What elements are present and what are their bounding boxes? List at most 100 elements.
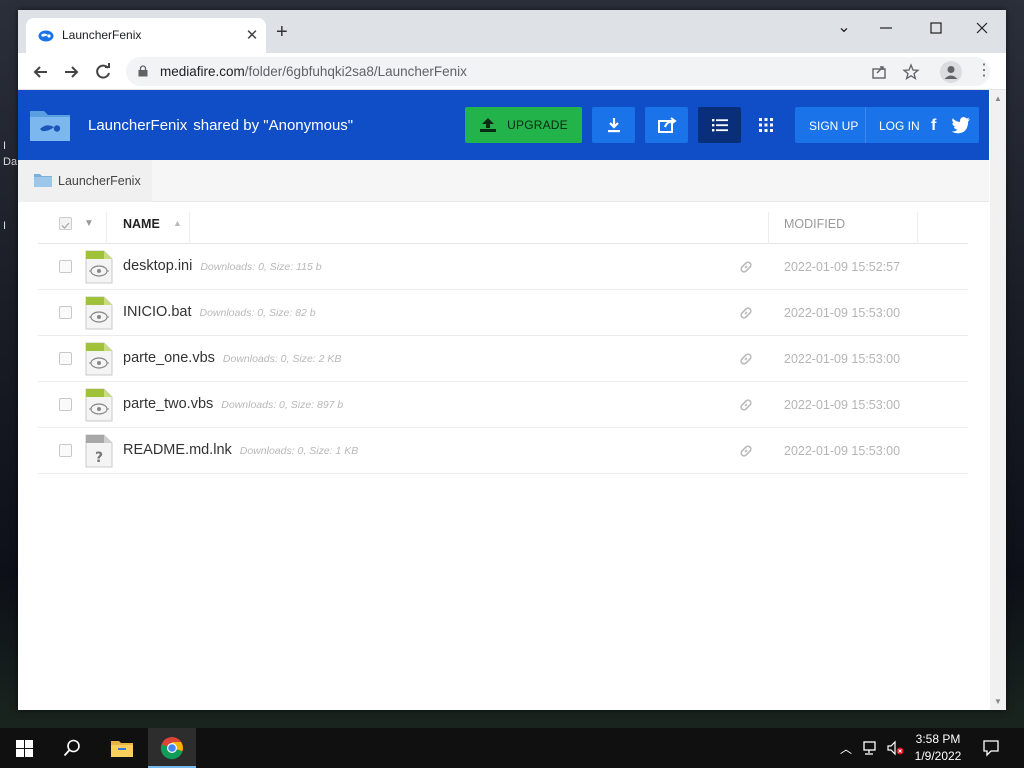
file-name[interactable]: parte_two.vbs [123,396,213,412]
share-button[interactable] [645,107,688,143]
sort-ascending-icon[interactable]: ▲ [173,218,182,228]
table-row[interactable]: desktop.ini Downloads: 0, Size: 115 b 2022… [38,244,968,290]
name-column-header[interactable]: NAME [123,217,160,231]
breadcrumb-item[interactable]: LauncherFenix [18,160,152,202]
clock-time[interactable]: 3:58 PM [908,732,968,746]
select-all-checkbox[interactable] [59,217,72,230]
tray-overflow-chevron-icon[interactable]: ︿ [840,740,852,757]
browser-window: LauncherFenix ✕ + ⌄ mediafire.com/folder… [18,10,1006,710]
grid-view-icon [758,118,773,132]
file-meta: Downloads: 0, Size: 115 b [200,261,322,273]
download-icon [607,118,620,133]
desktop-edge: I Da I [3,140,18,232]
log-in-button[interactable]: LOG IN [879,119,920,133]
new-tab-button[interactable]: + [276,22,288,42]
tab-close-icon[interactable]: ✕ [244,26,260,44]
close-window-icon[interactable] [970,16,994,40]
file-explorer-icon[interactable] [110,738,134,758]
table-row[interactable]: INICIO.bat Downloads: 0, Size: 82 b 2022-0… [38,290,968,336]
copy-link-icon[interactable] [738,397,754,413]
twitter-icon[interactable] [951,116,971,134]
row-checkbox[interactable] [59,306,72,319]
network-icon[interactable] [862,740,880,756]
page-scrollbar[interactable]: ▲ ▼ [990,90,1006,710]
folder-icon [34,174,52,187]
column-divider [106,212,107,244]
folder-title: LauncherFenix shared by "Anonymous" [88,117,353,134]
windows-start-icon[interactable] [16,740,33,757]
profile-avatar-icon[interactable] [940,61,962,83]
copy-link-icon[interactable] [738,443,754,459]
copy-link-icon[interactable] [738,259,754,275]
minimize-icon[interactable] [874,16,898,40]
copy-link-icon[interactable] [738,351,754,367]
table-row[interactable]: parte_two.vbs Downloads: 0, Size: 897 b 20… [38,382,968,428]
shared-folder-icon [30,111,70,141]
copy-link-icon[interactable] [738,305,754,321]
reload-icon[interactable] [92,61,114,83]
page-content: LauncherFenix shared by "Anonymous" UPGRA… [18,90,1006,710]
list-view-button[interactable] [698,107,741,143]
file-name-cell[interactable]: INICIO.bat Downloads: 0, Size: 82 b [123,304,316,320]
column-divider [768,212,769,244]
mediafire-header: LauncherFenix shared by "Anonymous" UPGRA… [18,90,989,160]
tab-title: LauncherFenix [62,28,142,42]
grid-view-button[interactable] [744,107,787,143]
row-checkbox[interactable] [59,260,72,273]
facebook-icon[interactable]: f [931,117,936,135]
file-name[interactable]: parte_one.vbs [123,350,215,366]
file-name-cell[interactable]: desktop.ini Downloads: 0, Size: 115 b [123,258,322,274]
maximize-icon[interactable] [924,16,948,40]
url-path: /folder/6gbfuhqki2sa8/LauncherFenix [244,64,467,79]
script-file-icon [85,250,113,284]
scroll-down-icon[interactable]: ▼ [994,697,1002,706]
upgrade-button[interactable]: UPGRADE [465,107,582,143]
forward-arrow-icon[interactable] [60,61,82,83]
script-file-icon [85,296,113,330]
sign-up-button[interactable]: SIGN UP [809,119,858,133]
modified-date: 2022-01-09 15:53:00 [784,306,901,320]
script-file-icon [85,342,113,376]
lock-icon [138,65,148,77]
clock-date[interactable]: 1/9/2022 [908,749,968,763]
back-arrow-icon[interactable] [30,61,52,83]
modified-column-header[interactable]: MODIFIED [784,217,845,231]
file-name-cell[interactable]: parte_one.vbs Downloads: 0, Size: 2 KB [123,350,341,366]
scroll-up-icon[interactable]: ▲ [994,94,1002,103]
modified-date: 2022-01-09 15:52:57 [784,260,901,274]
notifications-icon[interactable] [982,739,1000,757]
row-checkbox[interactable] [59,444,72,457]
upgrade-label: UPGRADE [507,118,568,132]
file-meta: Downloads: 0, Size: 2 KB [222,353,342,365]
file-meta: Downloads: 0, Size: 82 b [199,307,316,319]
download-button[interactable] [592,107,635,143]
unknown-file-icon: ? [85,434,113,468]
row-checkbox[interactable] [59,398,72,411]
share-page-icon[interactable] [870,63,888,81]
chrome-taskbar-button[interactable] [148,728,196,768]
url-host: mediafire.com [160,64,245,79]
file-name[interactable]: desktop.ini [123,258,192,274]
table-row[interactable]: parte_one.vbs Downloads: 0, Size: 2 KB 202… [38,336,968,382]
modified-date: 2022-01-09 15:53:00 [784,352,901,366]
file-name-cell[interactable]: parte_two.vbs Downloads: 0, Size: 897 b [123,396,343,412]
file-name[interactable]: INICIO.bat [123,304,192,320]
file-name-cell[interactable]: README.md.lnk Downloads: 0, Size: 1 KB [123,442,358,458]
file-meta: Downloads: 0, Size: 1 KB [239,445,359,457]
modified-date: 2022-01-09 15:53:00 [784,444,901,458]
share-icon [657,117,677,133]
browser-menu-icon[interactable]: ⋮ [976,62,992,82]
volume-muted-icon[interactable] [886,740,904,756]
auth-box: SIGN UP LOG IN f [795,107,979,143]
browser-tab[interactable]: LauncherFenix ✕ [26,18,266,53]
select-menu-caret-icon[interactable]: ▼ [84,218,94,229]
file-name[interactable]: README.md.lnk [123,442,232,458]
tab-strip: LauncherFenix ✕ + ⌄ [18,10,1006,53]
file-meta: Downloads: 0, Size: 897 b [221,399,344,411]
address-bar[interactable]: mediafire.com/folder/6gbfuhqki2sa8/Launc… [126,57,990,86]
tab-search-chevron-icon[interactable]: ⌄ [832,16,856,40]
row-checkbox[interactable] [59,352,72,365]
table-row[interactable]: ? README.md.lnk Downloads: 0, Size: 1 KB 20… [38,428,968,474]
search-icon[interactable] [62,738,82,758]
bookmark-star-icon[interactable] [902,63,920,81]
